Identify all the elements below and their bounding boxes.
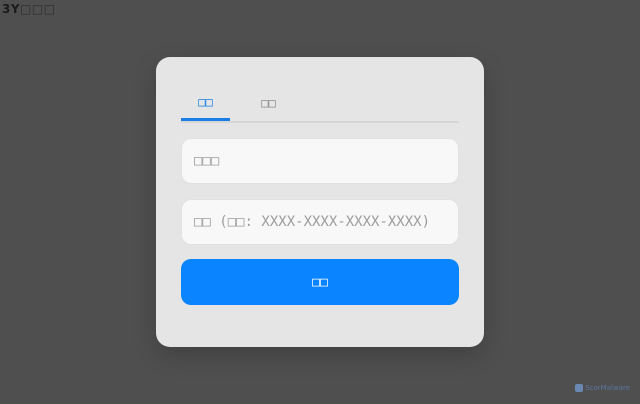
tab-register-label: □□ xyxy=(261,96,276,110)
login-card: □□ □□ □□ xyxy=(156,57,484,347)
corner-label-prefix: 3Y xyxy=(2,2,21,16)
app-corner-label: 3Y□□□ xyxy=(2,2,56,16)
key-input[interactable] xyxy=(181,199,459,245)
corner-label-suffix: □□□ xyxy=(20,2,56,16)
tab-login[interactable]: □□ xyxy=(181,85,230,121)
tab-login-label: □□ xyxy=(198,94,213,109)
submit-button[interactable]: □□ xyxy=(181,259,459,305)
watermark: ScorMalware xyxy=(575,384,630,392)
username-input[interactable] xyxy=(181,138,459,184)
tab-bar: □□ □□ xyxy=(181,85,459,123)
logo-icon xyxy=(575,384,584,392)
watermark-text: ScorMalware xyxy=(585,384,630,392)
tab-register[interactable]: □□ xyxy=(244,85,293,121)
